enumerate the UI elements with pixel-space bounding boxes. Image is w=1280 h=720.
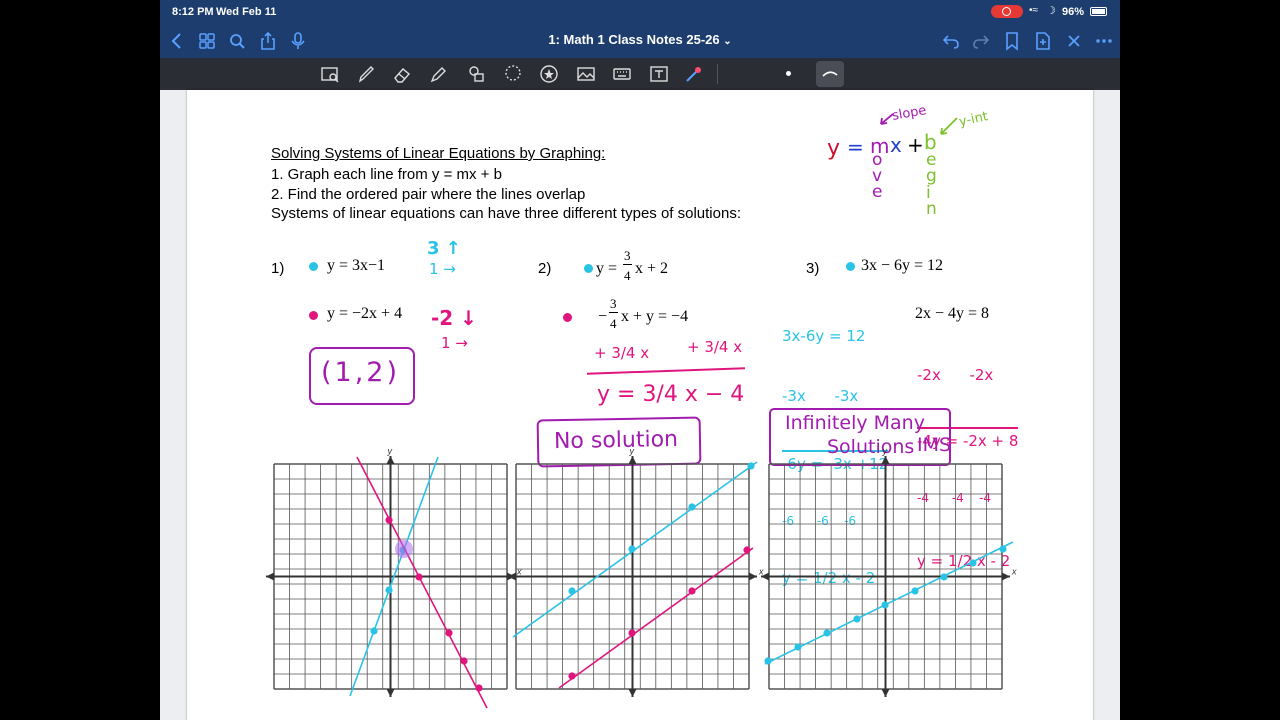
graph-point (911, 587, 919, 595)
status-date: Wed Feb 11 (216, 6, 277, 18)
y-axis-label: y (882, 446, 888, 456)
graph-point (568, 672, 576, 680)
wifi-icon: •≈ (1029, 5, 1038, 16)
graph-point (628, 545, 636, 553)
graph-point (881, 601, 889, 609)
graph-2: xy (508, 446, 764, 697)
drawing-toolbar (160, 58, 1120, 90)
notes-page[interactable]: Solving Systems of Linear Equations by G… (187, 90, 1093, 720)
graph-point (628, 629, 636, 637)
laser-pointer-icon[interactable] (683, 63, 705, 85)
graph-point (743, 546, 751, 554)
graph-point (370, 627, 378, 635)
graph-point (853, 615, 861, 623)
x-axis-label: x (758, 567, 764, 577)
graph-3: xy (761, 446, 1017, 697)
graph-point (940, 573, 948, 581)
add-page-icon[interactable] (1032, 30, 1054, 52)
lasso-icon[interactable] (502, 63, 524, 85)
battery-icon (1090, 7, 1107, 16)
graph-line (764, 541, 1014, 665)
graph-point (823, 629, 831, 637)
close-icon[interactable] (1063, 30, 1085, 52)
graph-point (385, 516, 393, 524)
redo-icon[interactable] (970, 30, 992, 52)
intersection-highlight (395, 540, 413, 558)
keyboard-icon[interactable] (611, 63, 633, 85)
y-axis-label: y (629, 446, 635, 456)
graph-point (688, 503, 696, 511)
graph-point (794, 643, 802, 651)
text-box-icon[interactable] (648, 63, 670, 85)
bookmark-icon[interactable] (1001, 30, 1023, 52)
graph-point (688, 587, 696, 595)
status-time: 8:12 PM (172, 6, 214, 18)
moon-icon: ☽ (1046, 5, 1056, 17)
graph-point (764, 657, 772, 665)
chevron-down-icon: ⌄ (723, 36, 732, 47)
graph-line (356, 456, 488, 709)
graphs-layer: xy xy xy (266, 446, 1017, 709)
navigation-bar: 1: Math 1 Class Notes 25-26 ⌄ (160, 24, 1120, 58)
graph-point (999, 545, 1007, 553)
graph-1: xy (266, 446, 522, 709)
eraser-icon[interactable] (391, 63, 413, 85)
graph-point (385, 586, 393, 594)
highlighter-icon[interactable] (427, 63, 449, 85)
more-options-icon[interactable] (1093, 30, 1115, 52)
battery-percent: 96% (1062, 6, 1085, 18)
text-scan-icon[interactable] (319, 63, 341, 85)
toolbar-divider (717, 64, 718, 84)
x-axis-label: x (516, 567, 522, 577)
graph-point (460, 657, 468, 665)
graph-point (568, 587, 576, 595)
graph-point (445, 629, 453, 637)
pen-size-selected[interactable] (816, 61, 844, 87)
sticker-icon[interactable] (538, 63, 560, 85)
screen-record-icon[interactable] (991, 5, 1023, 18)
graph-point (415, 573, 423, 581)
image-icon[interactable] (575, 63, 597, 85)
graph-point (475, 684, 483, 692)
shapes-icon[interactable] (465, 63, 487, 85)
pen-icon[interactable] (355, 63, 377, 85)
pen-size-small[interactable] (786, 71, 791, 76)
graph-point (747, 462, 755, 470)
graph-point (969, 559, 977, 567)
x-axis-label: x (1011, 567, 1017, 577)
status-bar: 8:12 PM Wed Feb 11 •≈ ☽ 96% (160, 0, 1120, 24)
ipad-screen: 8:12 PM Wed Feb 11 •≈ ☽ 96% 1: Math 1 Cl… (160, 0, 1120, 720)
y-axis-label: y (387, 446, 393, 456)
undo-icon[interactable] (940, 30, 962, 52)
